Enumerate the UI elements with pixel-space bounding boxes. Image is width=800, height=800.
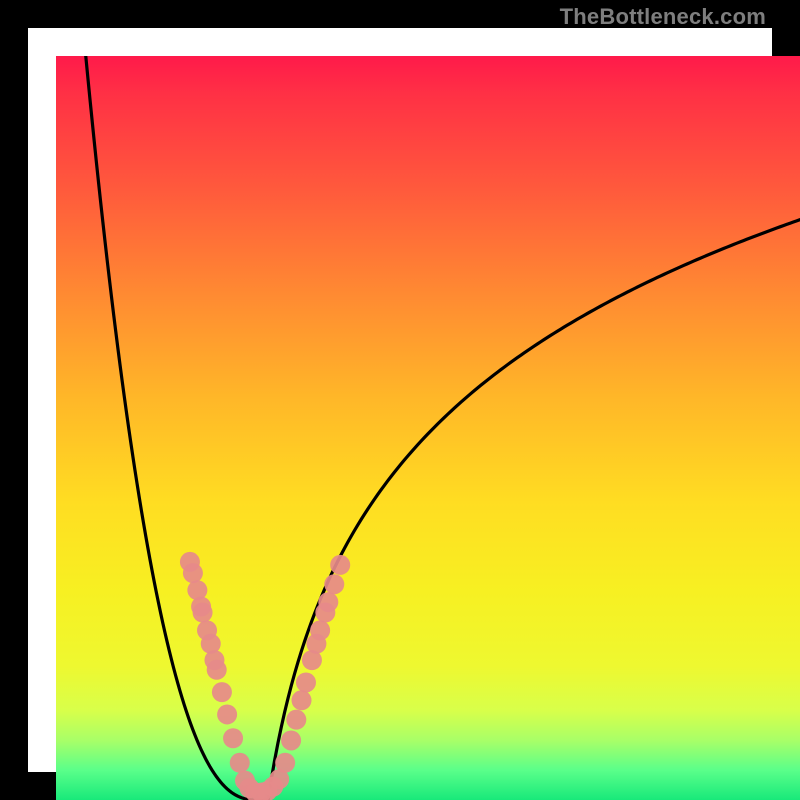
data-marker <box>281 730 301 750</box>
data-marker <box>310 620 330 640</box>
data-marker <box>217 704 237 724</box>
data-marker <box>207 660 227 680</box>
data-marker <box>275 753 295 773</box>
watermark-text: TheBottleneck.com <box>560 4 766 30</box>
bottleneck-curve <box>86 56 800 800</box>
data-marker <box>212 682 232 702</box>
data-marker <box>292 690 312 710</box>
chart-curve-svg <box>56 56 800 800</box>
data-marker <box>230 753 250 773</box>
data-marker <box>330 555 350 575</box>
data-marker <box>286 710 306 730</box>
chart-plot-area <box>56 56 800 800</box>
chart-frame <box>0 0 800 800</box>
data-marker <box>296 672 316 692</box>
curve-layer <box>86 56 800 800</box>
data-marker <box>324 574 344 594</box>
data-marker <box>223 728 243 748</box>
data-marker <box>193 603 213 623</box>
data-marker <box>183 563 203 583</box>
data-marker <box>318 592 338 612</box>
